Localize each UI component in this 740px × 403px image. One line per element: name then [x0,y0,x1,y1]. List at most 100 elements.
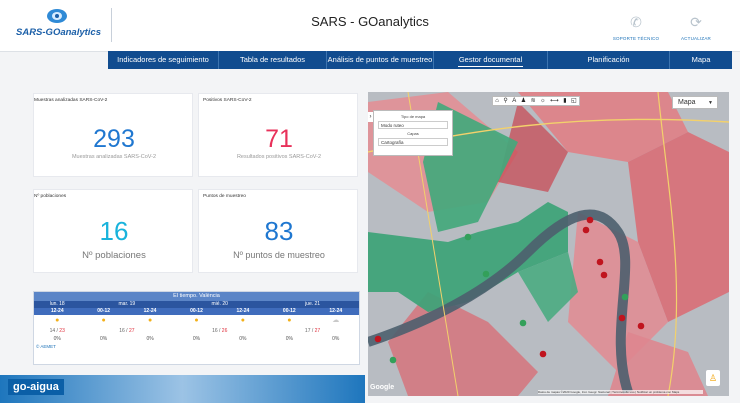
map-marker[interactable] [582,226,590,234]
map-marker[interactable] [519,319,527,327]
google-logo: Google [370,384,395,391]
chevron-down-icon: ▼ [708,100,713,106]
kpi-card-populations: Nº poblaciones 16 Nº poblaciones [33,189,193,273]
weather-precip: 0% [285,336,293,342]
weather-hour: 12-24 [143,308,157,314]
kpi-caption: Nº poblaciones [82,250,146,261]
map-marker[interactable] [374,335,382,343]
support-button[interactable]: ✆ SOPORTE TÉCNICO [611,14,661,41]
map-marker[interactable] [596,258,604,266]
phone-icon: ✆ [630,14,642,30]
tab-mapa[interactable]: Mapa [670,51,732,69]
weather-precip: 0% [239,336,247,342]
map-type-dropdown[interactable]: Mapa ▼ [672,96,718,109]
weather-temp: 16 / 27 [119,328,135,334]
map-marker[interactable] [482,270,490,278]
weather-widget: El tiempo. València lun. 18 mar. 19 mié.… [33,291,360,365]
tab-tabla-resultados[interactable]: Tabla de resultados [219,51,327,69]
support-label: SOPORTE TÉCNICO [612,36,660,41]
weather-hour: 00-12 [97,308,111,314]
sun-icon: ● [101,317,106,324]
map-marker[interactable] [389,356,397,364]
weather-hour: 00-12 [282,308,296,314]
pin-icon[interactable]: ⚲ [503,97,507,105]
aemet-link[interactable]: © AEMET [34,343,359,350]
map-marker[interactable] [637,322,645,330]
chart-icon[interactable]: ▮ [563,97,566,105]
tab-gestor-documental[interactable]: Gestor documental [434,51,548,69]
measure-icon[interactable]: ⟷ [550,97,559,105]
app-page: SARS-GOanalytics SARS - GOanalytics ✆ SO… [0,0,740,403]
map-marker[interactable] [621,293,629,301]
brand-logo[interactable]: go-aigua [8,379,64,395]
map-marker[interactable] [586,216,594,224]
weather-hours-row: 12-24 00-12 12-24 00-12 12-24 00-12 12-2… [34,308,359,315]
map-type-value: Mapa [678,99,696,106]
weather-day: mar. 19 [118,301,136,307]
text-icon[interactable]: A [512,97,516,105]
refresh-icon: ⟳ [690,14,702,30]
map-marker[interactable] [600,271,608,279]
map-view[interactable]: Tipo de mapa Modo ruteo Capas Cartografí… [368,92,729,396]
kpi-caption: Nº puntos de muestreo [233,250,325,260]
weather-precip-row: 0% 0% 0% 0% 0% 0% 0% [34,335,359,343]
kpi-value: 71 [265,125,293,153]
kpi-value: 16 [99,216,129,246]
area-icon[interactable]: ◱ [571,97,577,105]
refresh-label: ACTUALIZAR [680,36,711,41]
weather-day: mié. 20 [211,301,228,307]
kpi-card-positives: Positivos SARS-CoV-2 71 Resultados posit… [198,93,358,177]
weather-day: lun. 18 [49,301,65,307]
weather-temp: 14 / 23 [49,328,65,334]
app-header: SARS-GOanalytics SARS - GOanalytics ✆ SO… [0,0,740,52]
sun-icon[interactable]: ☼ [540,97,546,105]
weather-temp: 16 / 26 [212,328,228,334]
weather-precip: 0% [192,336,201,342]
weather-hour: 00-12 [190,308,203,314]
sun-icon: ● [55,317,60,324]
weather-temps-row: 14 / 23 16 / 27 16 / 26 17 / 27 [34,327,359,335]
kpi-caption: Muestras analizadas SARS-CoV-2 [71,154,157,160]
layers-label: Capas [407,131,419,136]
layers-select[interactable]: Cartografía [378,138,448,146]
weather-icons-row: ● ● ● ● ● ● ☁ [34,315,359,327]
kpi-value: 293 [93,125,135,153]
tab-planificacion[interactable]: Planificación [548,51,670,69]
street-view-icon[interactable]: ♙ [706,370,720,386]
weather-precip: 0% [146,336,154,342]
main-nav: Indicadores de seguimiento Tabla de resu… [108,51,732,69]
refresh-button[interactable]: ⟳ ACTUALIZAR [671,14,721,41]
weather-temp: 17 / 27 [304,328,321,334]
kpi-header: Muestras analizadas SARS-CoV-2 [34,98,108,103]
sun-icon: ● [240,317,246,324]
weather-precip: 0% [332,336,340,342]
layers-icon[interactable]: ≋ [531,97,536,105]
weather-days-row: lun. 18 mar. 19 mié. 20 jue. 21 [34,301,359,308]
kpi-header: Nº poblaciones [34,194,67,199]
kpi-header: Puntos de muestreo [203,194,246,199]
weather-hour: 12-24 [50,308,64,314]
map-type-select[interactable]: Modo ruteo [378,121,448,129]
kpi-value: 83 [264,216,294,246]
kpi-card-samples: Muestras analizadas SARS-CoV-2 293 Muest… [33,93,193,177]
map-marker[interactable] [464,233,472,241]
panel-toggle-icon[interactable]: › [368,112,373,122]
weather-precip: 0% [100,336,108,342]
map-toolbar: ⌂ ⚲ A ♟ ≋ ☼ ⟷ ▮ ◱ [492,96,580,106]
map-attribution: Datos de mapas ©2020 Google, Inst. Geogr… [538,390,703,394]
kpi-card-sample-points: Puntos de muestreo 83 Nº puntos de muest… [198,189,358,273]
weather-precip: 0% [53,336,61,342]
tab-indicadores[interactable]: Indicadores de seguimiento [108,51,219,69]
person-icon[interactable]: ♟ [521,97,526,105]
tab-analisis-puntos[interactable]: Análisis de puntos de muestreo [327,51,434,69]
weather-title: El tiempo. València [34,292,359,301]
home-icon[interactable]: ⌂ [495,97,499,105]
weather-hour: 12-24 [329,308,343,314]
map-layer-panel: Tipo de mapa Modo ruteo Capas Cartografí… [373,110,453,156]
weather-day: jue. 21 [305,301,321,307]
map-marker[interactable] [618,314,626,322]
sun-icon: ● [194,317,199,324]
map-marker[interactable] [539,350,547,358]
sun-icon: ● [287,317,292,324]
map-type-label: Tipo de mapa [400,114,426,119]
